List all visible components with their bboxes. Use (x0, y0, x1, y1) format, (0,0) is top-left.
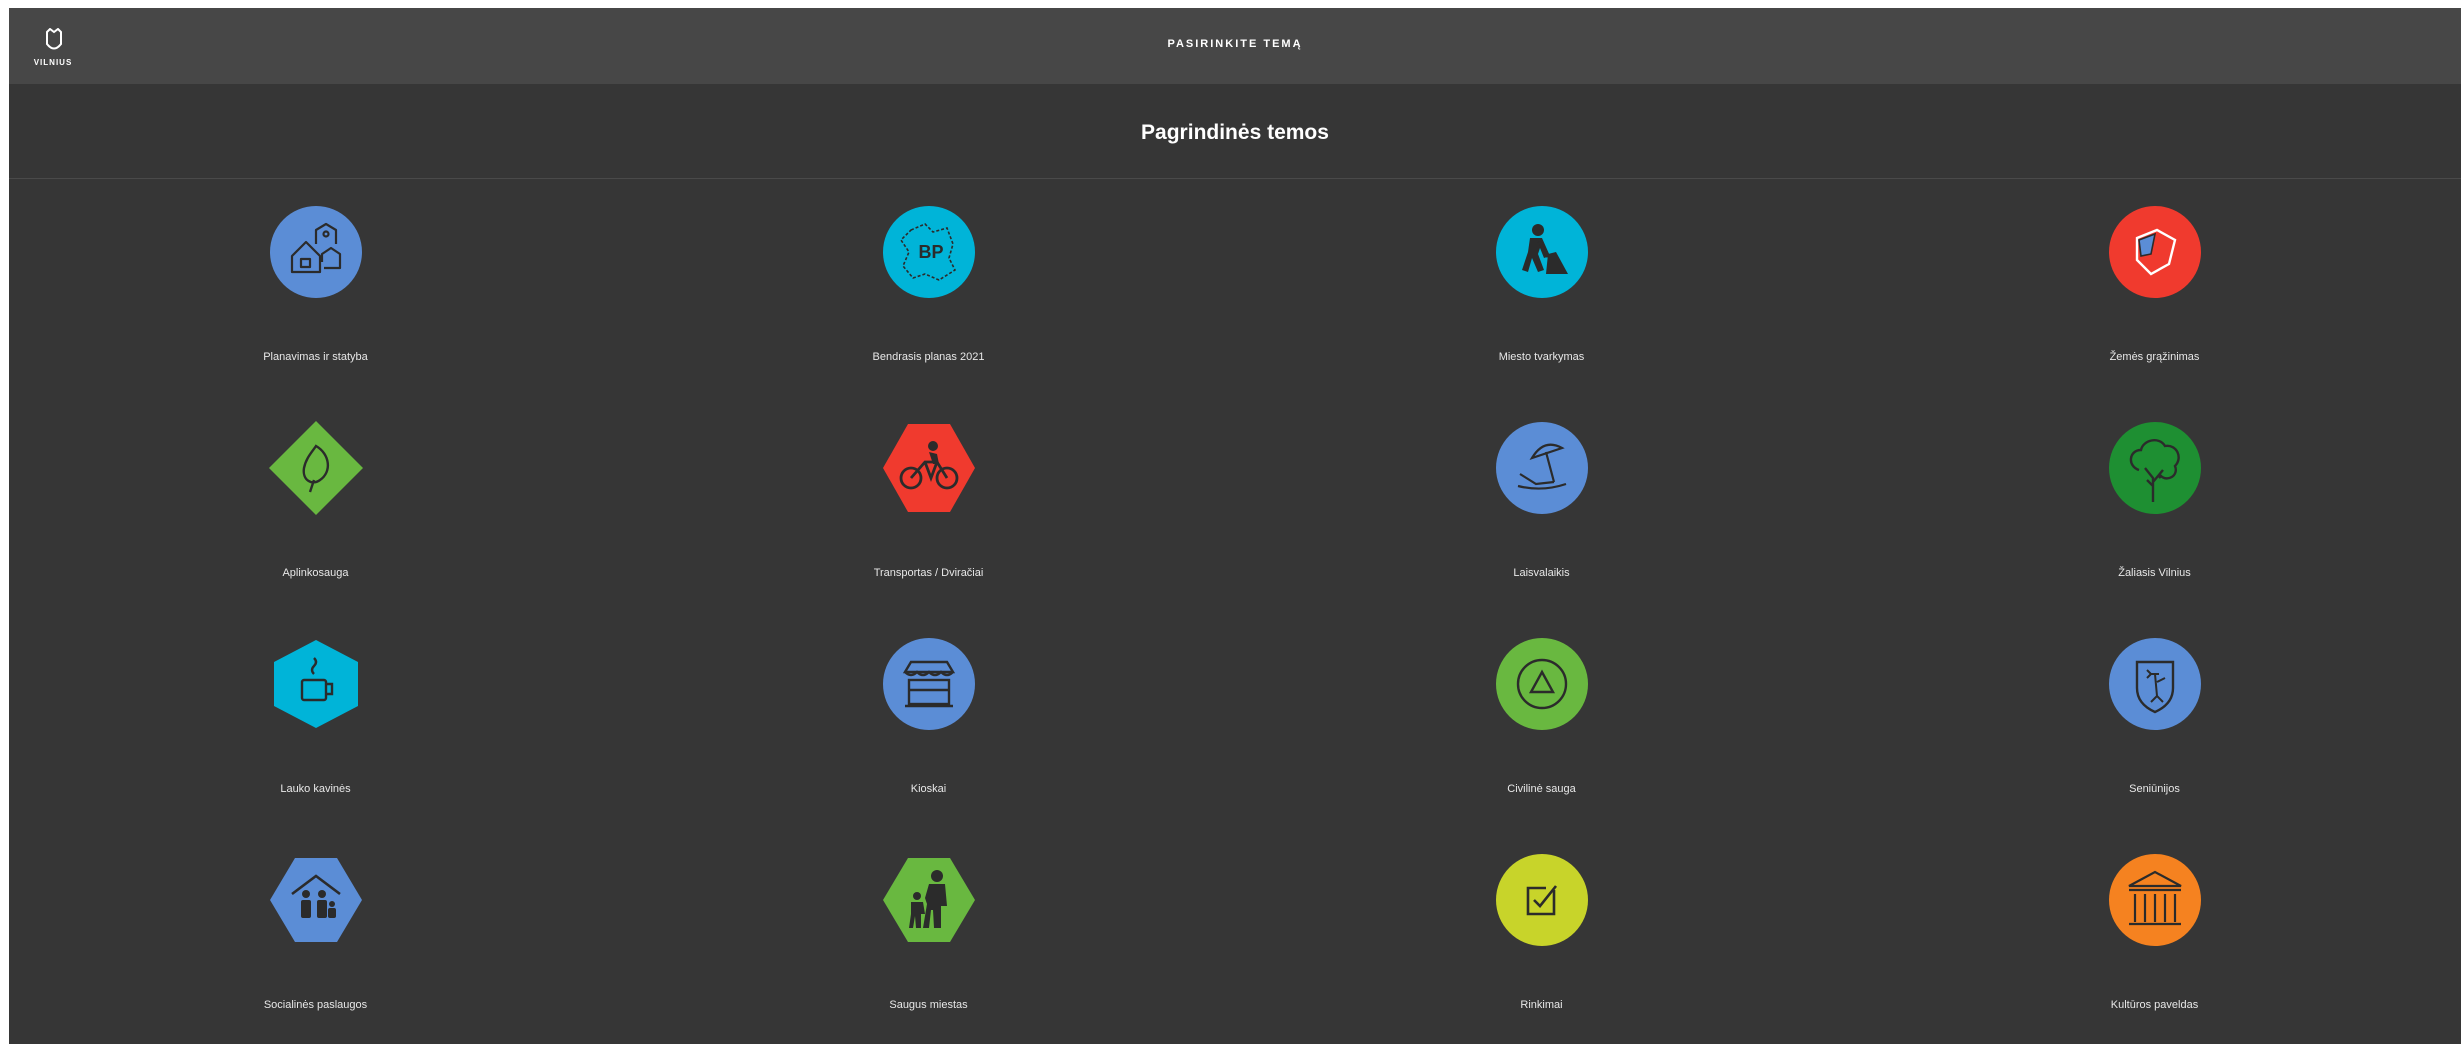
topic-tile-bendrasis-planas[interactable]: BP Bendrasis planas 2021 (622, 179, 1235, 395)
topic-label: Socialinės paslaugos (263, 999, 368, 1011)
topic-tile-saugus-miestas[interactable]: Saugus miestas (622, 827, 1235, 1043)
topic-tile-laisvalaikis[interactable]: Laisvalaikis (1235, 395, 1848, 611)
topic-tile-socialines-paslaugos[interactable]: Socialinės paslaugos (9, 827, 622, 1043)
section-title: Pagrindinės temos (1141, 121, 1329, 144)
bp-map-icon: BP (881, 204, 977, 300)
heritage-building-icon (2107, 852, 2203, 948)
topic-label: Bendrasis planas 2021 (872, 351, 985, 363)
topic-tile-aplinkosauga[interactable]: Aplinkosauga (9, 395, 622, 611)
tree-icon (2107, 420, 2203, 516)
topic-tile-civiline-sauga[interactable]: Civilinė sauga (1235, 611, 1848, 827)
app-frame: VILNIUS PASIRINKITE TEMĄ Pagrindinės tem… (9, 8, 2461, 1044)
topic-tile-zemes-grazinimas[interactable]: Žemės grąžinimas (1848, 179, 2461, 395)
civil-defense-icon (1494, 636, 1590, 732)
section-header: Pagrindinės temos (9, 84, 2461, 179)
page-title: PASIRINKITE TEMĄ (1167, 38, 1303, 50)
leaf-icon (268, 420, 364, 516)
topic-tile-zaliasis-vilnius[interactable]: Žaliasis Vilnius (1848, 395, 2461, 611)
logo-text: VILNIUS (33, 58, 73, 67)
topic-tile-kioskai[interactable]: Kioskai (622, 611, 1235, 827)
vilnius-logo[interactable]: VILNIUS (23, 28, 83, 78)
topic-label: Saugus miestas (889, 999, 968, 1011)
topic-grid: Planavimas ir statyba BP Bendrasis plana… (9, 179, 2461, 1044)
topic-label: Aplinkosauga (282, 567, 349, 579)
top-bar: VILNIUS PASIRINKITE TEMĄ (9, 8, 2461, 84)
kiosk-icon (881, 636, 977, 732)
topic-tile-seniunijos[interactable]: Seniūnijos (1848, 611, 2461, 827)
topic-label: Laisvalaikis (1513, 567, 1570, 579)
topic-label: Civilinė sauga (1507, 783, 1576, 795)
topic-label: Transportas / Dviračiai (873, 567, 984, 579)
bicycle-icon (881, 420, 977, 516)
topic-label: Kultūros paveldas (2110, 999, 2199, 1011)
svg-text:BP: BP (918, 242, 943, 262)
land-parcel-icon (2107, 204, 2203, 300)
topic-label: Planavimas ir statyba (263, 351, 368, 363)
coffee-cup-icon (268, 636, 364, 732)
topic-tile-transportas[interactable]: Transportas / Dviračiai (622, 395, 1235, 611)
topic-tile-kulturos-paveldas[interactable]: Kultūros paveldas (1848, 827, 2461, 1043)
topic-label: Žaliasis Vilnius (2118, 567, 2191, 579)
topic-tile-lauko-kavines[interactable]: Lauko kavinės (9, 611, 622, 827)
topic-tile-miesto-tvarkymas[interactable]: Miesto tvarkymas (1235, 179, 1848, 395)
topic-label: Kioskai (910, 783, 947, 795)
beach-umbrella-icon (1494, 420, 1590, 516)
topic-label: Miesto tvarkymas (1498, 351, 1585, 363)
worker-shovel-icon (1494, 204, 1590, 300)
parent-child-icon (881, 852, 977, 948)
topic-label: Žemės grąžinimas (2109, 351, 2200, 363)
ballot-check-icon (1494, 852, 1590, 948)
coat-of-arms-icon (2107, 636, 2203, 732)
topic-tile-rinkimai[interactable]: Rinkimai (1235, 827, 1848, 1043)
topic-label: Lauko kavinės (280, 783, 351, 795)
family-icon (268, 852, 364, 948)
topic-label: Seniūnijos (2129, 783, 2180, 795)
topic-label: Rinkimai (1520, 999, 1563, 1011)
buildings-icon (268, 204, 364, 300)
topic-tile-planavimas[interactable]: Planavimas ir statyba (9, 179, 622, 395)
